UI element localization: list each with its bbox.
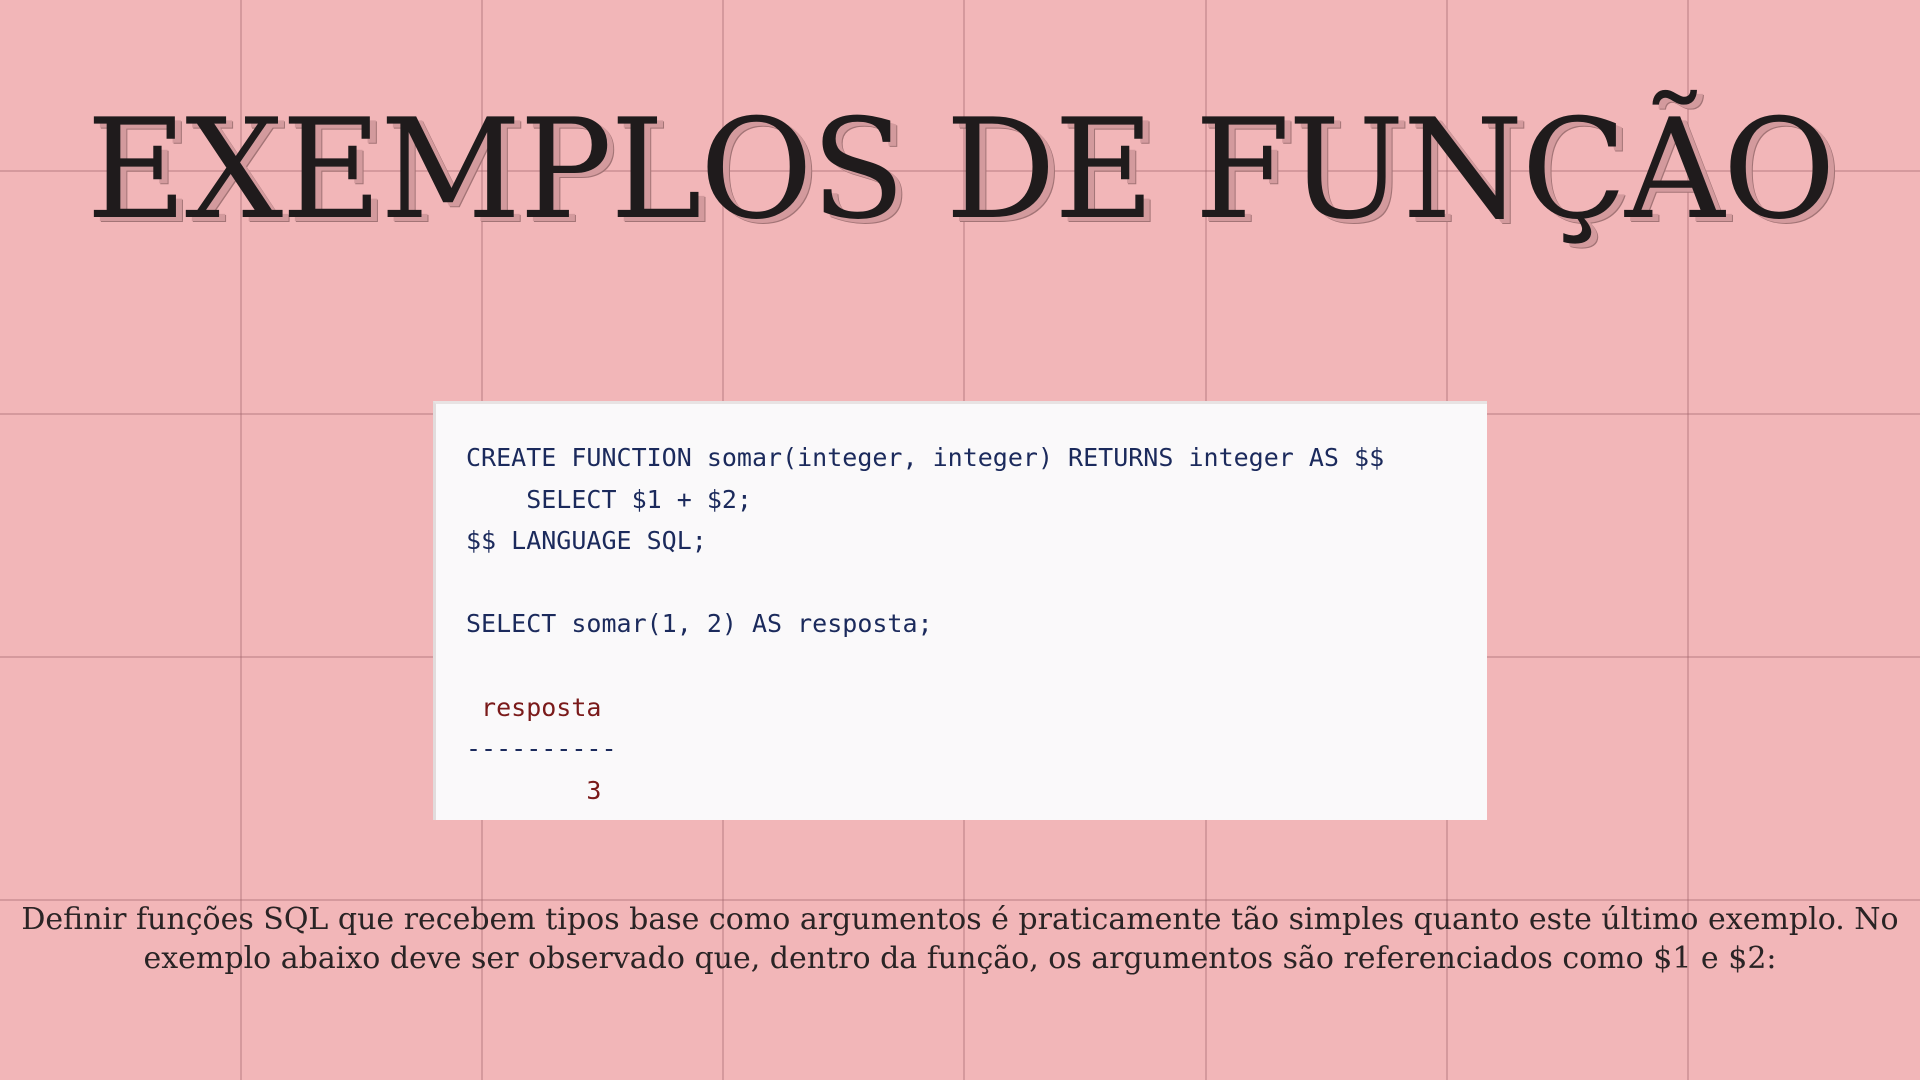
result-separator: ---------- (466, 734, 617, 764)
code-line: CREATE FUNCTION somar(integer, integer) … (466, 443, 1385, 472)
result-value: 3 (466, 775, 602, 805)
result-header: resposta (466, 692, 602, 722)
code-line: SELECT $1 + $2; (466, 484, 752, 514)
slide-title: EXEMPLOS DE FUNÇÃO (86, 89, 1836, 250)
code-line: $$ LANGUAGE SQL; (466, 526, 707, 556)
code-line: SELECT somar(1, 2) AS resposta; (466, 609, 933, 639)
slide-caption: Definir funções SQL que recebem tipos ba… (21, 902, 1899, 976)
code-screenshot: CREATE FUNCTION somar(integer, integer) … (433, 401, 1487, 820)
